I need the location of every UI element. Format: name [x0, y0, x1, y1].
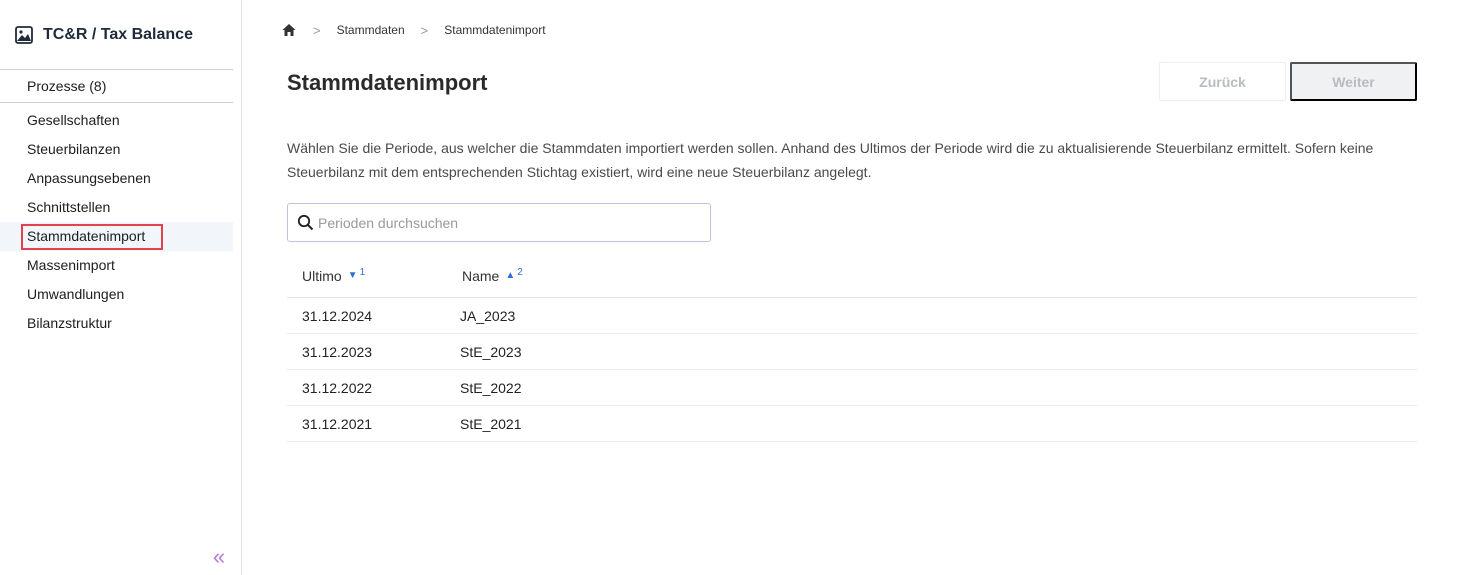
- sidebar-item-massenimport[interactable]: Massenimport: [0, 251, 233, 280]
- breadcrumb-current: Stammdatenimport: [444, 23, 546, 37]
- sidebar: TC&R / Tax Balance Prozesse (8) Gesellsc…: [0, 0, 242, 575]
- cell-ultimo: 31.12.2023: [302, 343, 373, 360]
- chevron-right-icon: >: [420, 22, 429, 38]
- next-button[interactable]: Weiter: [1290, 62, 1417, 101]
- breadcrumb-stammdaten[interactable]: Stammdaten: [337, 23, 405, 37]
- sidebar-item-schnittstellen[interactable]: Schnittstellen: [0, 193, 233, 222]
- breadcrumb: > Stammdaten > Stammdatenimport: [281, 22, 546, 38]
- page-description: Wählen Sie die Periode, aus welcher die …: [287, 140, 1374, 180]
- app-title: TC&R / Tax Balance: [43, 25, 193, 43]
- search-icon: [297, 214, 314, 231]
- sidebar-item-stammdatenimport[interactable]: Stammdatenimport: [0, 222, 233, 251]
- sidebar-item-processes[interactable]: Prozesse (8): [0, 70, 233, 103]
- column-label: Name: [462, 267, 500, 284]
- sort-ascending-icon[interactable]: ▲ 2: [505, 267, 522, 281]
- main-content: > Stammdaten > Stammdatenimport Stammdat…: [243, 0, 1482, 575]
- cell-name: StE_2021: [460, 415, 522, 432]
- sidebar-item-bilanzstruktur[interactable]: Bilanzstruktur: [0, 309, 233, 338]
- cell-ultimo: 31.12.2022: [302, 379, 373, 396]
- cell-ultimo: 31.12.2024: [302, 307, 373, 324]
- table-header: Ultimo ▼ 1 Name ▲ 2: [287, 254, 1417, 298]
- table-row[interactable]: 31.12.2022 StE_2022: [287, 370, 1417, 406]
- active-item-highlight: [21, 224, 163, 250]
- home-icon[interactable]: [281, 22, 297, 38]
- page-title: Stammdatenimport: [287, 70, 488, 95]
- table-row[interactable]: 31.12.2023 StE_2023: [287, 334, 1417, 370]
- cell-name: JA_2023: [460, 307, 516, 324]
- column-header-name[interactable]: Name ▲ 2: [447, 267, 523, 284]
- table-row[interactable]: 31.12.2024 JA_2023: [287, 298, 1417, 334]
- sidebar-item-gesellschaften[interactable]: Gesellschaften: [0, 106, 233, 135]
- periods-table: Ultimo ▼ 1 Name ▲ 2 31.12.2024 JA_2023 31.…: [287, 254, 1417, 442]
- sidebar-item-umwandlungen[interactable]: Umwandlungen: [0, 280, 233, 309]
- cell-name: StE_2022: [460, 379, 522, 396]
- column-header-ultimo[interactable]: Ultimo ▼ 1: [287, 267, 447, 284]
- cell-name: StE_2023: [460, 343, 522, 360]
- search-input[interactable]: [318, 214, 698, 231]
- sidebar-item-steuerbilanzen[interactable]: Steuerbilanzen: [0, 135, 233, 164]
- cell-ultimo: 31.12.2021: [302, 415, 373, 432]
- sort-descending-icon[interactable]: ▼ 1: [348, 267, 365, 281]
- column-label: Ultimo: [302, 267, 342, 284]
- back-button[interactable]: Zurück: [1159, 62, 1286, 101]
- app-header: TC&R / Tax Balance: [0, 0, 233, 70]
- table-row[interactable]: 31.12.2021 StE_2021: [287, 406, 1417, 442]
- image-icon: [15, 25, 33, 44]
- chevron-right-icon: >: [313, 22, 321, 38]
- sidebar-item-anpassungsebenen[interactable]: Anpassungsebenen: [0, 164, 233, 193]
- collapse-sidebar-icon[interactable]: «: [206, 545, 232, 571]
- search-box[interactable]: [287, 203, 711, 242]
